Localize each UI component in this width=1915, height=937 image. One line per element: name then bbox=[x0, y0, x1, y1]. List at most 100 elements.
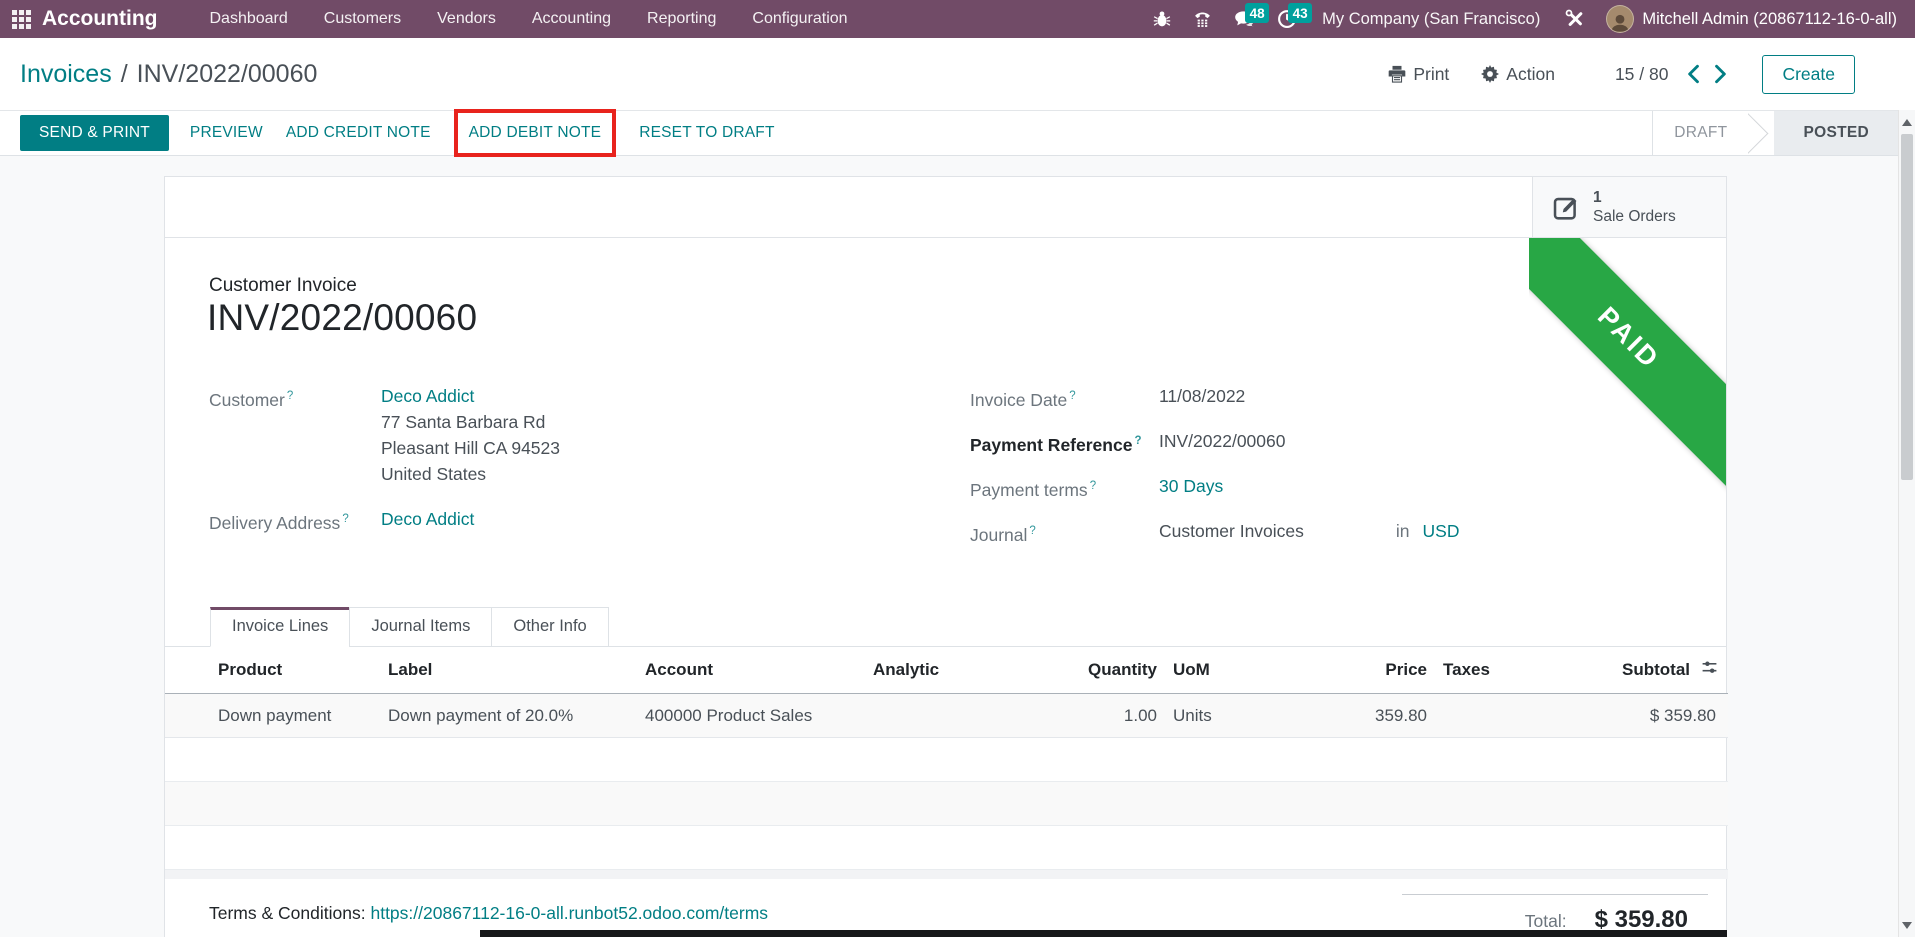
cell-product[interactable]: Down payment bbox=[165, 706, 380, 726]
add-debit-note-button[interactable]: ADD DEBIT NOTE bbox=[467, 116, 604, 150]
invoice-date-label: Invoice Date? bbox=[970, 383, 1159, 413]
col-header-analytic[interactable]: Analytic bbox=[865, 660, 1065, 680]
cell-price[interactable]: 359.80 bbox=[1270, 706, 1435, 726]
app-brand-title[interactable]: Accounting bbox=[42, 7, 192, 31]
state-draft[interactable]: DRAFT bbox=[1653, 111, 1748, 155]
journal-label: Journal? bbox=[970, 518, 1159, 548]
payment-reference-value[interactable]: INV/2022/00060 bbox=[1159, 428, 1286, 454]
invoice-number-title[interactable]: INV/2022/00060 bbox=[207, 297, 477, 339]
statusbar-buttons: SEND & PRINT PREVIEW ADD CREDIT NOTE ADD… bbox=[20, 115, 777, 151]
cell-label[interactable]: Down payment of 20.0% bbox=[380, 706, 637, 726]
journal-currency-link[interactable]: USD bbox=[1423, 518, 1460, 544]
sale-orders-count: 1 bbox=[1593, 188, 1676, 207]
customer-link[interactable]: Deco Addict bbox=[381, 386, 474, 406]
menu-configuration[interactable]: Configuration bbox=[734, 0, 865, 38]
navbar-left: Accounting Dashboard Customers Vendors A… bbox=[0, 0, 866, 38]
send-print-button[interactable]: SEND & PRINT bbox=[20, 115, 169, 151]
sale-orders-smart-button[interactable]: 1 Sale Orders bbox=[1532, 177, 1726, 237]
customer-address: 77 Santa Barbara Rd Pleasant Hill CA 945… bbox=[381, 409, 560, 487]
menu-vendors[interactable]: Vendors bbox=[419, 0, 514, 38]
reset-to-draft-button[interactable]: RESET TO DRAFT bbox=[637, 116, 776, 150]
bottom-dark-bar bbox=[480, 930, 1727, 937]
menu-dashboard[interactable]: Dashboard bbox=[192, 0, 306, 38]
activities-count-badge: 43 bbox=[1288, 3, 1312, 23]
vertical-scrollbar[interactable] bbox=[1898, 110, 1915, 937]
breadcrumb-separator: / bbox=[121, 60, 128, 89]
tab-journal-items[interactable]: Journal Items bbox=[349, 607, 492, 647]
document-type-label: Customer Invoice bbox=[209, 275, 357, 297]
tools-icon[interactable] bbox=[1554, 0, 1596, 38]
user-avatar[interactable] bbox=[1606, 5, 1634, 33]
empty-line-row[interactable] bbox=[165, 826, 1728, 870]
pager-next-icon[interactable] bbox=[1714, 64, 1728, 84]
delivery-address-link[interactable]: Deco Addict bbox=[381, 509, 474, 529]
breadcrumb: Invoices / INV/2022/00060 bbox=[20, 60, 317, 89]
activities-clock-icon[interactable]: 43 bbox=[1266, 0, 1308, 38]
voip-phone-icon[interactable] bbox=[1182, 0, 1223, 38]
optional-columns-filter-icon[interactable] bbox=[1701, 660, 1718, 680]
create-button[interactable]: Create bbox=[1762, 55, 1855, 94]
breadcrumb-current: INV/2022/00060 bbox=[137, 60, 318, 89]
user-menu[interactable]: Mitchell Admin (20867112-16-0-all) bbox=[1634, 0, 1905, 38]
invoice-line-row[interactable]: Down payment Down payment of 20.0% 40000… bbox=[165, 694, 1728, 738]
payment-terms-link[interactable]: 30 Days bbox=[1159, 476, 1223, 496]
apps-grid-icon[interactable] bbox=[0, 0, 42, 38]
total-label: Total: bbox=[1525, 911, 1567, 932]
col-header-quantity[interactable]: Quantity bbox=[1065, 660, 1165, 680]
debug-bug-icon[interactable] bbox=[1142, 0, 1182, 38]
menu-accounting[interactable]: Accounting bbox=[514, 0, 629, 38]
control-panel-right: Print Action 15 / 80 Create bbox=[1376, 55, 1895, 94]
button-box-strip: 1 Sale Orders bbox=[165, 177, 1726, 238]
action-button[interactable]: Action bbox=[1469, 58, 1567, 91]
cell-account[interactable]: 400000 Product Sales bbox=[637, 706, 865, 726]
empty-line-row[interactable] bbox=[165, 782, 1728, 826]
company-switcher[interactable]: My Company (San Francisco) bbox=[1308, 0, 1554, 38]
terms-and-conditions: Terms & Conditions: https://20867112-16-… bbox=[209, 903, 768, 924]
cell-uom[interactable]: Units bbox=[1165, 706, 1270, 726]
address-line-3: United States bbox=[381, 461, 560, 487]
col-header-product[interactable]: Product bbox=[165, 660, 380, 680]
payment-reference-row: Payment Reference? INV/2022/00060 bbox=[970, 428, 1610, 454]
journal-in-word: in bbox=[1396, 518, 1410, 544]
address-line-2: Pleasant Hill CA 94523 bbox=[381, 435, 560, 461]
menu-reporting[interactable]: Reporting bbox=[629, 0, 734, 38]
notebook-tabs: Invoice Lines Journal Items Other Info bbox=[165, 607, 1726, 647]
avatar-silhouette bbox=[1609, 12, 1631, 32]
scrollbar-thumb[interactable] bbox=[1901, 134, 1913, 480]
print-button[interactable]: Print bbox=[1376, 58, 1461, 91]
address-line-1: 77 Santa Barbara Rd bbox=[381, 409, 560, 435]
invoice-date-value[interactable]: 11/08/2022 bbox=[1159, 383, 1245, 409]
scrollbar-down-arrow[interactable] bbox=[1899, 916, 1915, 934]
tab-other-info[interactable]: Other Info bbox=[491, 607, 608, 647]
tab-invoice-lines[interactable]: Invoice Lines bbox=[210, 607, 350, 647]
state-posted[interactable]: POSTED bbox=[1774, 111, 1898, 155]
sale-orders-label: Sale Orders bbox=[1593, 207, 1676, 226]
breadcrumb-invoices-link[interactable]: Invoices bbox=[20, 60, 112, 89]
empty-line-row[interactable] bbox=[165, 738, 1728, 782]
statusbar-states: DRAFT POSTED bbox=[1652, 111, 1898, 155]
col-header-label[interactable]: Label bbox=[380, 660, 637, 680]
journal-value[interactable]: Customer Invoices bbox=[1159, 518, 1304, 544]
action-label: Action bbox=[1506, 64, 1555, 85]
content-area: 1 Sale Orders PAID Customer Invoice INV/… bbox=[0, 156, 1898, 937]
add-credit-note-button[interactable]: ADD CREDIT NOTE bbox=[284, 116, 433, 150]
col-header-taxes[interactable]: Taxes bbox=[1435, 660, 1575, 680]
control-panel: Invoices / INV/2022/00060 Print Action 1… bbox=[0, 38, 1915, 110]
terms-link[interactable]: https://20867112-16-0-all.runbot52.odoo.… bbox=[370, 903, 768, 923]
cell-quantity[interactable]: 1.00 bbox=[1065, 706, 1165, 726]
col-header-subtotal[interactable]: Subtotal bbox=[1575, 660, 1728, 680]
menu-customers[interactable]: Customers bbox=[306, 0, 419, 38]
delivery-address-label: Delivery Address? bbox=[209, 506, 381, 536]
col-header-uom[interactable]: UoM bbox=[1165, 660, 1270, 680]
messages-chat-icon[interactable]: 48 bbox=[1223, 0, 1266, 38]
col-header-account[interactable]: Account bbox=[637, 660, 865, 680]
scrollbar-up-arrow[interactable] bbox=[1899, 113, 1915, 131]
cell-subtotal[interactable]: $ 359.80 bbox=[1575, 706, 1728, 726]
customer-value-block: Deco Addict 77 Santa Barbara Rd Pleasant… bbox=[381, 383, 560, 487]
tools-glyph bbox=[1565, 9, 1585, 29]
preview-button[interactable]: PREVIEW bbox=[188, 116, 265, 150]
col-header-price[interactable]: Price bbox=[1270, 660, 1435, 680]
pager-previous-icon[interactable] bbox=[1686, 64, 1700, 84]
smart-button-text: 1 Sale Orders bbox=[1593, 188, 1676, 227]
odoo-accounting-screen: Accounting Dashboard Customers Vendors A… bbox=[0, 0, 1915, 937]
